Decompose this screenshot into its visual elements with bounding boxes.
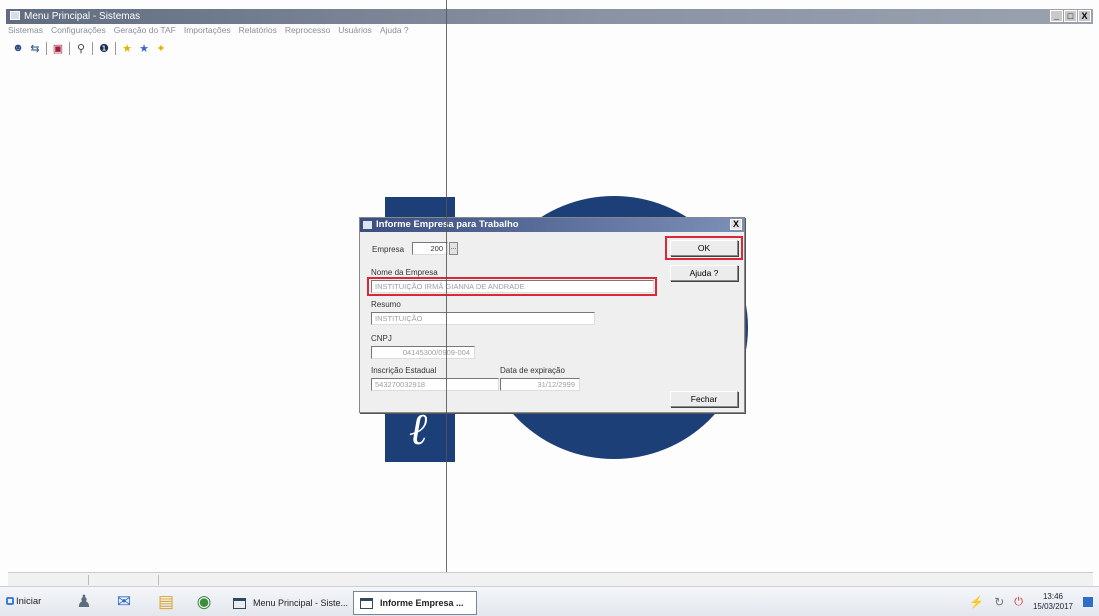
fechar-button[interactable]: Fechar xyxy=(670,391,738,407)
toolbar-separator xyxy=(92,41,93,55)
scan-line xyxy=(446,0,447,616)
app-icon xyxy=(10,11,20,20)
clock-date: 15/03/2017 xyxy=(1032,602,1073,611)
status-bar xyxy=(8,572,1093,586)
show-desktop-button[interactable] xyxy=(1083,597,1093,607)
status-divider xyxy=(88,575,89,585)
menu-configuracoes[interactable]: Configurações xyxy=(51,25,106,37)
clock-time: 13:46 xyxy=(1042,592,1063,601)
people-swap-icon[interactable]: ⇆ xyxy=(29,42,41,55)
dialog-title: Informe Empresa para Trabalho xyxy=(376,219,519,230)
book-icon[interactable]: ▣ xyxy=(52,42,64,55)
menu-geracao-taf[interactable]: Geração do TAF xyxy=(114,25,176,37)
minimize-button[interactable]: _ xyxy=(1050,10,1063,22)
ok-button-highlight xyxy=(665,236,743,260)
menu-relatorios[interactable]: Relatórios xyxy=(239,25,277,37)
users-icon[interactable]: ♟ xyxy=(72,591,96,613)
taskbar-item-informe-empresa[interactable]: Informe Empresa ... xyxy=(353,591,477,615)
window-title: Menu Principal - Sistemas xyxy=(24,11,141,22)
status-divider xyxy=(158,575,159,585)
chrome-icon[interactable]: ◉ xyxy=(192,591,216,613)
window-icon xyxy=(360,598,373,609)
sparkle-icon[interactable]: ✦ xyxy=(155,42,167,55)
system-tray: ⚡ ↻ ⏻ 13:46 15/03/2017 xyxy=(969,590,1093,614)
taskbar: Iniciar ♟ ✉ ▤ ◉ Menu Principal - Siste..… xyxy=(0,586,1099,616)
window-icon xyxy=(233,598,246,609)
empresa-input[interactable]: 200 xyxy=(412,242,448,255)
dialog-icon xyxy=(363,221,372,229)
dialog-titlebar: Informe Empresa para Trabalho X xyxy=(360,218,744,232)
maximize-button[interactable]: □ xyxy=(1064,10,1077,22)
resumo-field: INSTITUIÇÃO xyxy=(371,312,595,325)
info-icon[interactable]: ❶ xyxy=(98,42,110,55)
menu-bar: Sistemas Configurações Geração do TAF Im… xyxy=(8,25,409,37)
window-titlebar: Menu Principal - Sistemas _ □ X xyxy=(6,9,1093,24)
dialog-close-button[interactable]: X xyxy=(730,219,742,230)
cnpj-label: CNPJ xyxy=(371,334,392,343)
toolbar-separator xyxy=(69,41,70,55)
menu-ajuda[interactable]: Ajuda ? xyxy=(380,25,409,37)
empresa-lookup-button[interactable]: ... xyxy=(449,242,458,255)
menu-sistemas[interactable]: Sistemas xyxy=(8,25,43,37)
people-icon[interactable]: ☻ xyxy=(12,42,24,54)
clock[interactable]: 13:46 15/03/2017 xyxy=(1033,592,1073,612)
company-dialog: Informe Empresa para Trabalho X Empresa … xyxy=(359,217,745,413)
ajuda-button[interactable]: Ajuda ? xyxy=(670,265,738,281)
nome-empresa-highlight xyxy=(367,277,657,296)
start-button[interactable]: Iniciar xyxy=(6,591,58,613)
lamp-icon[interactable]: ⚲ xyxy=(75,42,87,55)
taskbar-item-menu-principal[interactable]: Menu Principal - Siste... xyxy=(226,591,348,615)
expiracao-field: 31/12/2999 xyxy=(500,378,580,391)
window-controls: _ □ X xyxy=(1050,10,1091,22)
expiracao-label: Data de expiração xyxy=(500,366,565,375)
empresa-label: Empresa xyxy=(372,245,405,254)
outlook-icon[interactable]: ✉ xyxy=(112,591,136,613)
nome-empresa-label: Nome da Empresa xyxy=(371,268,438,277)
windows-icon xyxy=(6,597,14,605)
menu-importacoes[interactable]: Importações xyxy=(184,25,231,37)
toolbar: ☻ ⇆ ▣ ⚲ ❶ ★ ★ ✦ xyxy=(12,40,167,56)
power-icon[interactable]: ⏻ xyxy=(1014,596,1023,609)
toolbar-separator xyxy=(46,41,47,55)
resumo-label: Resumo xyxy=(371,300,401,309)
star-icon[interactable]: ★ xyxy=(121,42,133,55)
menu-reprocesso[interactable]: Reprocesso xyxy=(285,25,330,37)
inscricao-label: Inscrição Estadual xyxy=(371,366,437,375)
star-blue-icon[interactable]: ★ xyxy=(138,42,150,55)
folder-icon[interactable]: ▤ xyxy=(154,591,178,613)
cnpj-field: 04145300/0909-004 xyxy=(371,346,475,359)
taskbar-item-label: Informe Empresa ... xyxy=(380,598,464,608)
inscricao-field: 543270032918 xyxy=(371,378,499,391)
menu-usuarios[interactable]: Usuários xyxy=(338,25,372,37)
taskbar-item-label: Menu Principal - Siste... xyxy=(253,598,349,608)
toolbar-separator xyxy=(115,41,116,55)
sync-icon[interactable]: ↻ xyxy=(994,595,1004,609)
network-icon[interactable]: ⚡ xyxy=(969,595,984,609)
close-button[interactable]: X xyxy=(1078,10,1091,22)
start-label: Iniciar xyxy=(16,596,42,607)
